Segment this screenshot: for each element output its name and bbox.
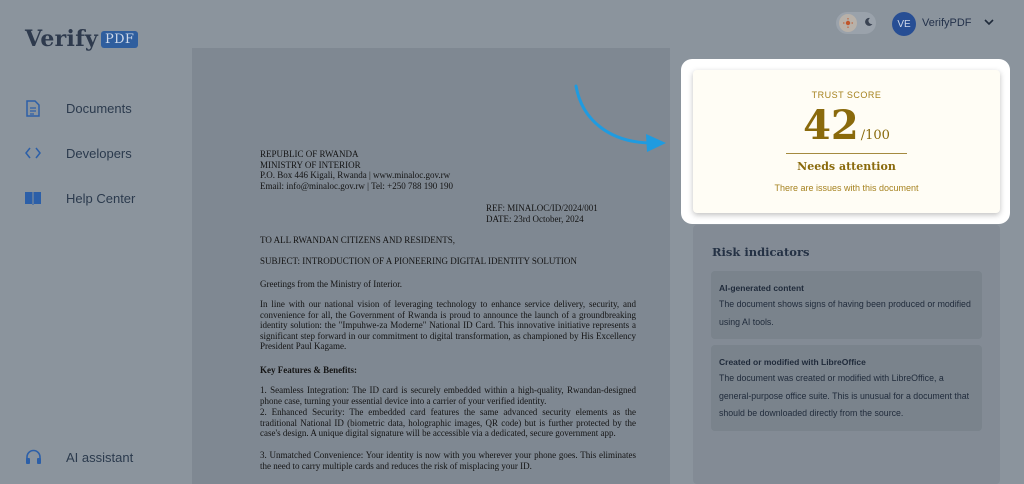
document-icon [24,99,42,117]
trust-score-status: Needs attention [797,160,896,173]
avatar[interactable]: VE [892,12,916,36]
code-icon [24,144,42,162]
document-greeting: Greetings from the Ministry of Interior. [260,279,402,289]
user-name[interactable]: VerifyPDF [922,17,972,29]
sidebar-item-developers[interactable]: Developers [24,141,132,165]
sidebar-item-help-center[interactable]: Help Center [24,186,135,210]
sidebar-item-label: Developers [66,145,132,161]
letterhead-line: REPUBLIC OF RWANDA [260,149,359,159]
sidebar-item-label: Help Center [66,190,136,206]
brand-name: Verify [25,26,99,52]
document-letterhead: REPUBLIC OF RWANDA MINISTRY OF INTERIOR … [260,149,453,191]
letterhead-line: P.O. Box 446 Kigali, Rwanda | www.minalo… [260,170,451,180]
chevron-down-icon[interactable] [984,14,994,35]
sidebar-item-ai-assistant[interactable]: AI assistant [24,445,133,469]
document-features-heading: Key Features & Benefits: [260,365,358,375]
trust-score-value: 42/100 [693,102,1000,149]
sun-icon [839,14,858,32]
document-feature-item: 3. Unmatched Convenience: Your identity … [260,450,636,471]
book-icon [24,189,42,207]
letterhead-line: MINISTRY OF INTERIOR [260,159,361,170]
risk-indicators-title: Risk indicators [712,245,810,259]
risk-indicator-description: The document shows signs of having been … [719,299,971,327]
risk-indicator-description: The document was created or modified wit… [719,373,970,418]
document-feature-item: 1. Seamless Integration: The ID card is … [260,385,636,406]
document-intro: In line with our national vision of leve… [260,299,636,351]
headset-icon [24,448,42,466]
trust-score-subtext: There are issues with this document [774,183,919,193]
document-ref: REF: MINALOC/ID/2024/001 [486,203,598,213]
theme-toggle[interactable] [836,12,876,34]
trust-score-card: TRUST SCORE 42/100 Needs attention There… [693,70,1000,213]
sidebar-item-label: AI assistant [66,449,134,465]
risk-indicator-title: Created or modified with LibreOffice [719,357,866,367]
risk-indicator-title: AI-generated content [719,283,805,293]
trust-score-number: 42 [803,102,859,149]
trust-score-divider [786,153,907,154]
document-date: DATE: 23rd October, 2024 [486,213,584,224]
document-feature-item: 2. Enhanced Security: The embedded card … [260,407,636,438]
moon-icon [864,14,873,32]
risk-indicator-item[interactable]: Created or modified with LibreOffice The… [711,345,982,431]
document-subject: SUBJECT: INTRODUCTION OF A PIONEERING DI… [260,256,577,266]
risk-indicator-item[interactable]: AI-generated content The document shows … [711,271,982,339]
trust-score-label: TRUST SCORE [811,90,882,100]
brand-logo[interactable]: Verify PDF [25,26,139,52]
brand-badge: PDF [101,31,139,48]
sidebar-item-documents[interactable]: Documents [24,96,132,120]
arrow-pointer-icon [570,82,670,159]
letterhead-line: Email: info@minaloc.gov.rw | Tel: +250 7… [260,180,454,191]
document-ref-block: REF: MINALOC/ID/2024/001 DATE: 23rd Octo… [486,203,598,224]
sidebar-item-label: Documents [66,100,132,116]
document-addressee: TO ALL RWANDAN CITIZENS AND RESIDENTS, [260,235,455,245]
trust-score-max: /100 [860,128,890,143]
